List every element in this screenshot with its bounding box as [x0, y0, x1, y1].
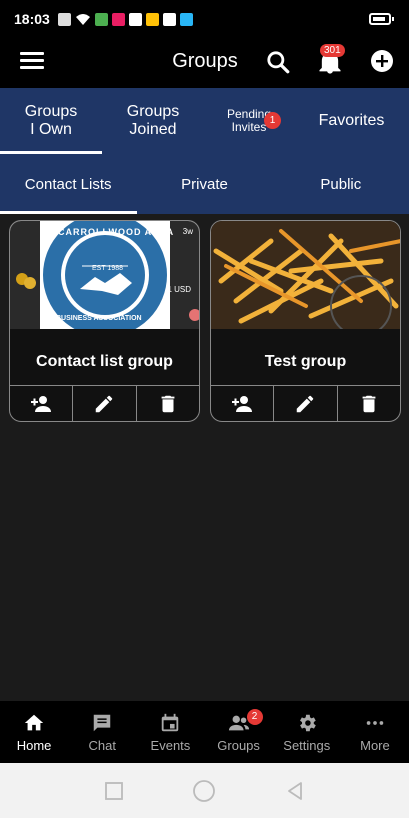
- app-bar: Groups 301: [0, 38, 409, 88]
- wifi-icon: [75, 13, 90, 25]
- system-nav-bar: [0, 763, 409, 818]
- add-circle-icon[interactable]: [370, 49, 394, 73]
- app-notif-icon-3: [128, 12, 142, 26]
- trash-icon: [161, 395, 175, 412]
- sub-tab-label: Private: [181, 175, 228, 193]
- tab-public[interactable]: Public: [273, 154, 409, 214]
- tab-groups-i-own[interactable]: Groups I Own: [0, 88, 102, 154]
- group-card[interactable]: Test group: [210, 220, 401, 422]
- add-member-button[interactable]: [10, 386, 74, 421]
- group-name: Test group: [264, 353, 347, 370]
- image-overlay-text: 1 USD: [167, 285, 191, 294]
- card-actions: [211, 385, 400, 421]
- person-add-icon: [31, 395, 52, 412]
- tab-private[interactable]: Private: [136, 154, 272, 214]
- image-overlay-text: 3w: [182, 227, 193, 236]
- tab-contact-lists[interactable]: Contact Lists: [0, 154, 137, 214]
- notification-badge: 301: [320, 44, 345, 57]
- nav-label: More: [360, 737, 390, 753]
- card-actions: [10, 385, 199, 421]
- delete-button[interactable]: [137, 386, 199, 421]
- home-circle-icon[interactable]: [192, 779, 216, 803]
- nav-home[interactable]: Home: [0, 701, 68, 763]
- group-image: CARROLLWOOD AREA EST 1988 BUSINESS ASSOC…: [10, 221, 199, 329]
- gear-icon: [299, 714, 316, 731]
- logo-text-top: CARROLLWOOD AREA: [58, 227, 175, 237]
- tab-label: Groups Joined: [126, 103, 180, 138]
- nav-chat[interactable]: Chat: [68, 701, 136, 763]
- nav-label: Chat: [88, 737, 116, 753]
- bottom-nav: Home Chat Events Groups 2 Settings More: [0, 701, 409, 763]
- status-time: 18:03: [14, 11, 50, 27]
- page-title: Groups: [172, 50, 238, 72]
- logo-text-year: EST 1988: [92, 265, 124, 272]
- nav-more[interactable]: More: [341, 701, 409, 763]
- edit-pencil-icon: [297, 395, 314, 412]
- nav-label: Groups: [217, 737, 260, 753]
- nav-label: Home: [16, 737, 52, 753]
- home-icon: [24, 714, 44, 730]
- association-logo: [10, 221, 199, 329]
- nav-groups[interactable]: Groups 2: [205, 701, 273, 763]
- recents-square-icon[interactable]: [104, 781, 124, 801]
- gmail-icon: [162, 12, 176, 26]
- tab-label: Groups I Own: [24, 103, 78, 138]
- battery-icon: [369, 13, 394, 25]
- sub-tab-label: Public: [320, 175, 362, 193]
- edit-pencil-icon: [96, 395, 113, 412]
- group-name: Contact list group: [36, 353, 173, 370]
- app-notif-icon-1: [94, 12, 108, 26]
- group-card[interactable]: CARROLLWOOD AREA EST 1988 BUSINESS ASSOC…: [9, 220, 200, 422]
- edit-button[interactable]: [73, 386, 137, 421]
- search-icon[interactable]: [265, 49, 291, 75]
- tab-label: Favorites: [318, 112, 385, 129]
- app-notif-icon-4: [145, 12, 159, 26]
- logo-text-bottom: BUSINESS ASSOCIATION: [56, 315, 142, 322]
- app-notif-icon-2: [111, 12, 125, 26]
- pending-invites-badge: 1: [264, 112, 281, 129]
- tab-favorites[interactable]: Favorites: [294, 88, 409, 154]
- calendar-icon: [162, 713, 179, 731]
- sub-tabs: Contact Lists Private Public: [0, 154, 409, 214]
- nav-label: Events: [150, 737, 191, 753]
- back-triangle-icon[interactable]: [285, 781, 305, 801]
- menu-button[interactable]: [20, 52, 44, 72]
- groups-list: CARROLLWOOD AREA EST 1988 BUSINESS ASSOC…: [0, 214, 409, 701]
- nav-settings[interactable]: Settings: [273, 701, 341, 763]
- edit-button[interactable]: [274, 386, 338, 421]
- groups-badge: 2: [246, 709, 263, 725]
- main-tabs: Groups I Own Groups Joined Pending Invit…: [0, 88, 409, 154]
- person-add-icon: [232, 395, 253, 412]
- add-member-button[interactable]: [211, 386, 275, 421]
- more-icon: [366, 720, 384, 725]
- chat-icon: [94, 714, 111, 731]
- delete-button[interactable]: [338, 386, 400, 421]
- status-icons: [57, 12, 193, 26]
- nav-label: Settings: [283, 737, 331, 753]
- status-bar: 18:03: [0, 0, 409, 38]
- tab-groups-joined[interactable]: Groups Joined: [102, 88, 204, 154]
- sub-tab-label: Contact Lists: [24, 175, 112, 193]
- group-image: [211, 221, 400, 329]
- trash-icon: [362, 395, 376, 412]
- app-notif-icon-5: [179, 12, 193, 26]
- notification-x-icon: [57, 12, 71, 26]
- nav-events[interactable]: Events: [136, 701, 204, 763]
- french-fries-photo: [211, 221, 400, 329]
